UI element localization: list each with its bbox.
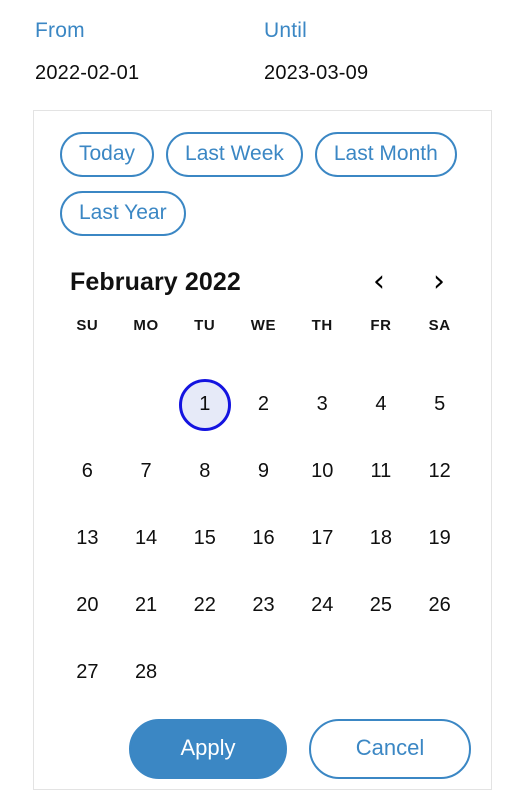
calendar-day-blank [61, 379, 113, 431]
calendar-day-cell: 24 [293, 572, 352, 639]
weekday-tu: TU [194, 317, 216, 334]
calendar-day[interactable]: 14 [120, 513, 172, 565]
calendar-day[interactable]: 19 [414, 513, 466, 565]
calendar-day-cell: 26 [410, 572, 469, 639]
calendar-day[interactable]: 22 [179, 580, 231, 632]
calendar-day-cell [293, 639, 352, 706]
calendar-day-blank [355, 647, 407, 699]
calendar-day[interactable]: 18 [355, 513, 407, 565]
calendar-day-cell: 15 [175, 505, 234, 572]
calendar-day-cell: 9 [234, 438, 293, 505]
calendar-day[interactable]: 6 [61, 446, 113, 498]
calendar-day-cell: 21 [117, 572, 176, 639]
from-label: From [35, 19, 85, 42]
calendar-day[interactable]: 16 [237, 513, 289, 565]
until-label: Until [264, 19, 308, 42]
calendar-day-cell: 10 [293, 438, 352, 505]
date-range-header: From 2022-02-01 Until 2023-03-09 [0, 0, 507, 85]
apply-button[interactable]: Apply [129, 719, 287, 779]
calendar-day-cell [234, 639, 293, 706]
calendar-day-cell [58, 371, 117, 438]
calendar-day-cell: 17 [293, 505, 352, 572]
calendar-day-cell: 7 [117, 438, 176, 505]
calendar-day[interactable]: 15 [179, 513, 231, 565]
calendar-day[interactable]: 12 [414, 446, 466, 498]
calendar-day[interactable]: 5 [414, 379, 466, 431]
month-title: February 2022 [70, 267, 241, 296]
preset-chip-group: Today Last Week Last Month Last Year [34, 111, 480, 236]
calendar-day-cell: 13 [58, 505, 117, 572]
calendar-day-cell: 8 [175, 438, 234, 505]
calendar-day[interactable]: 23 [237, 580, 289, 632]
from-value[interactable]: 2022-02-01 [35, 61, 232, 85]
calendar-day[interactable]: 21 [120, 580, 172, 632]
calendar-day-cell: 18 [352, 505, 411, 572]
weekday-sa: SA [428, 317, 451, 334]
action-button-row: Apply Cancel [34, 706, 491, 779]
until-value[interactable]: 2023-03-09 [264, 61, 464, 85]
calendar-day[interactable]: 3 [296, 379, 348, 431]
calendar-day-cell: 16 [234, 505, 293, 572]
calendar-day[interactable]: 13 [61, 513, 113, 565]
cancel-button[interactable]: Cancel [309, 719, 471, 779]
calendar-day-blank [414, 647, 466, 699]
preset-chip-last-year[interactable]: Last Year [60, 191, 186, 236]
calendar-day-selected[interactable]: 1 [178, 378, 231, 431]
until-field[interactable]: Until 2023-03-09 [232, 18, 464, 85]
weekday-th: TH [311, 317, 333, 334]
calendar-day-cell: 4 [352, 371, 411, 438]
calendar-day-cell: 1 [175, 371, 234, 438]
calendar-day-blank [179, 647, 231, 699]
calendar-day-cell: 22 [175, 572, 234, 639]
weekday-mo: MO [133, 317, 159, 334]
month-navigation-bar: February 2022 ‹ › [34, 267, 491, 297]
preset-chip-last-week[interactable]: Last Week [166, 132, 303, 177]
calendar-day-cell [117, 371, 176, 438]
calendar-day[interactable]: 2 [237, 379, 289, 431]
calendar-day-cell [175, 639, 234, 706]
weekday-su: SU [76, 317, 99, 334]
calendar-day[interactable]: 7 [120, 446, 172, 498]
calendar-day-cell: 14 [117, 505, 176, 572]
preset-chip-last-month[interactable]: Last Month [314, 132, 457, 177]
calendar-day[interactable]: 10 [296, 446, 348, 498]
calendar-day-cell: 23 [234, 572, 293, 639]
calendar-day-cell: 20 [58, 572, 117, 639]
calendar-day-cell: 11 [352, 438, 411, 505]
calendar-day[interactable]: 9 [237, 446, 289, 498]
calendar-day[interactable]: 11 [355, 446, 407, 498]
weekday-fr: FR [370, 317, 392, 334]
date-picker-panel: Today Last Week Last Month Last Year Feb… [33, 110, 492, 790]
calendar-day-cell: 3 [293, 371, 352, 438]
preset-chip-today[interactable]: Today [60, 132, 155, 177]
calendar-day-blank [296, 647, 348, 699]
calendar-day[interactable]: 20 [61, 580, 113, 632]
calendar-day-cell: 2 [234, 371, 293, 438]
calendar-day-grid: 1 2 3 4 5 6 7 8 9 10 11 12 13 14 15 16 17 18 19 20 21 22 23 24 2… [34, 371, 491, 706]
weekday-we: WE [250, 317, 277, 334]
calendar-day[interactable]: 8 [179, 446, 231, 498]
calendar-day[interactable]: 28 [120, 647, 172, 699]
calendar-day-cell [410, 639, 469, 706]
calendar-day-cell: 25 [352, 572, 411, 639]
weekday-header-row: SU MO TU WE TH FR SA [34, 317, 491, 351]
chevron-right-icon[interactable]: › [419, 267, 459, 297]
calendar-day-blank [237, 647, 289, 699]
calendar-day[interactable]: 25 [355, 580, 407, 632]
calendar-day[interactable]: 24 [296, 580, 348, 632]
chevron-left-icon[interactable]: ‹ [359, 267, 399, 297]
calendar-day[interactable]: 4 [355, 379, 407, 431]
calendar-day-cell: 19 [410, 505, 469, 572]
calendar-day-blank [120, 379, 172, 431]
calendar-day-cell: 6 [58, 438, 117, 505]
calendar-day-cell: 27 [58, 639, 117, 706]
calendar-day[interactable]: 27 [61, 647, 113, 699]
calendar-day-cell: 28 [117, 639, 176, 706]
calendar-day[interactable]: 26 [414, 580, 466, 632]
calendar-day-cell [352, 639, 411, 706]
calendar-day-cell: 5 [410, 371, 469, 438]
from-field[interactable]: From 2022-02-01 [0, 18, 232, 85]
calendar-day[interactable]: 17 [296, 513, 348, 565]
calendar-day-cell: 12 [410, 438, 469, 505]
